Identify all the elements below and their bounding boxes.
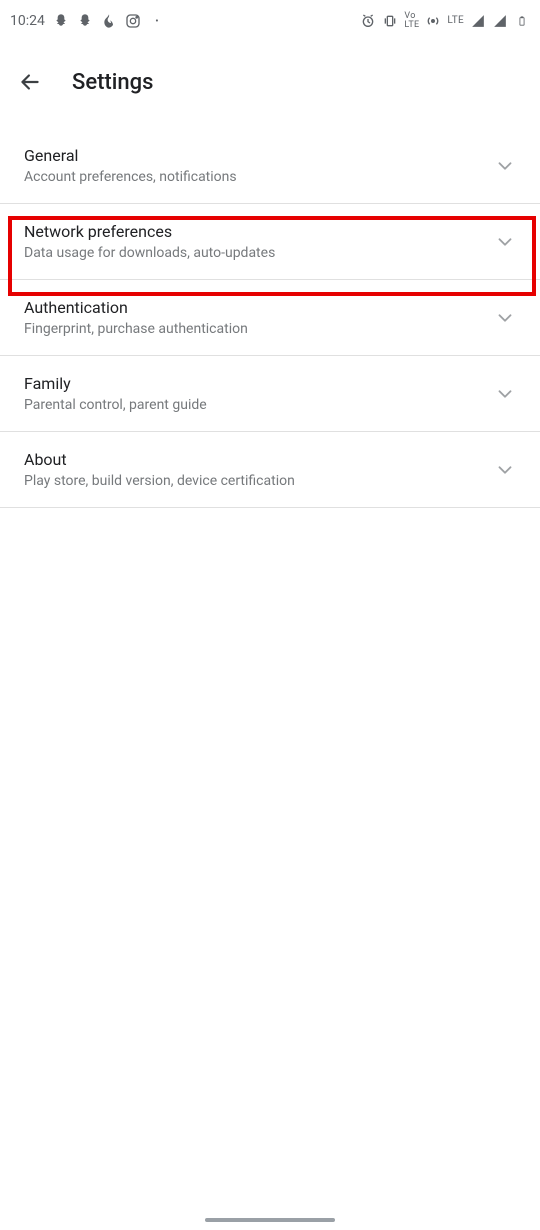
arrow-left-icon (17, 69, 43, 95)
settings-item-authentication[interactable]: Authentication Fingerprint, purchase aut… (0, 280, 540, 356)
battery-icon (514, 13, 530, 29)
status-left: 10:24 • (10, 13, 165, 29)
app-bar: Settings (0, 42, 540, 122)
instagram-icon (125, 13, 141, 29)
snapchat-icon (53, 13, 69, 29)
snapchat-icon (77, 13, 93, 29)
item-title: Authentication (24, 298, 248, 317)
item-subtitle: Account preferences, notifications (24, 169, 237, 185)
item-text: About Play store, build version, device … (24, 450, 295, 489)
item-text: Network preferences Data usage for downl… (24, 222, 275, 261)
item-title: About (24, 450, 295, 469)
chevron-down-icon (494, 459, 516, 481)
chevron-down-icon (494, 231, 516, 253)
item-subtitle: Fingerprint, purchase authentication (24, 321, 248, 337)
item-subtitle: Data usage for downloads, auto-updates (24, 245, 275, 261)
item-title: Network preferences (24, 222, 275, 241)
signal-icon (492, 13, 508, 29)
volte-icon: VoLTE (404, 13, 419, 29)
more-icon: • (149, 13, 165, 29)
tinder-icon (101, 13, 117, 29)
status-bar: 10:24 • VoLTE LTE (0, 0, 540, 42)
settings-item-about[interactable]: About Play store, build version, device … (0, 432, 540, 508)
settings-list: General Account preferences, notificatio… (0, 122, 540, 508)
chevron-down-icon (494, 307, 516, 329)
item-text: Authentication Fingerprint, purchase aut… (24, 298, 248, 337)
lte-label: LTE (447, 16, 464, 26)
chevron-down-icon (494, 155, 516, 177)
settings-item-general[interactable]: General Account preferences, notificatio… (0, 128, 540, 204)
settings-item-family[interactable]: Family Parental control, parent guide (0, 356, 540, 432)
hotspot-icon (425, 13, 441, 29)
item-text: Family Parental control, parent guide (24, 374, 207, 413)
alarm-icon (360, 13, 376, 29)
status-right: VoLTE LTE (360, 13, 530, 29)
status-time: 10:24 (10, 13, 45, 29)
vibrate-icon (382, 13, 398, 29)
signal-icon (470, 13, 486, 29)
item-title: General (24, 146, 237, 165)
item-subtitle: Play store, build version, device certif… (24, 473, 295, 489)
item-subtitle: Parental control, parent guide (24, 397, 207, 413)
settings-item-network[interactable]: Network preferences Data usage for downl… (0, 204, 540, 280)
item-title: Family (24, 374, 207, 393)
back-button[interactable] (16, 68, 44, 96)
page-title: Settings (72, 70, 153, 95)
item-text: General Account preferences, notificatio… (24, 146, 237, 185)
nav-handle[interactable] (205, 1218, 335, 1222)
chevron-down-icon (494, 383, 516, 405)
